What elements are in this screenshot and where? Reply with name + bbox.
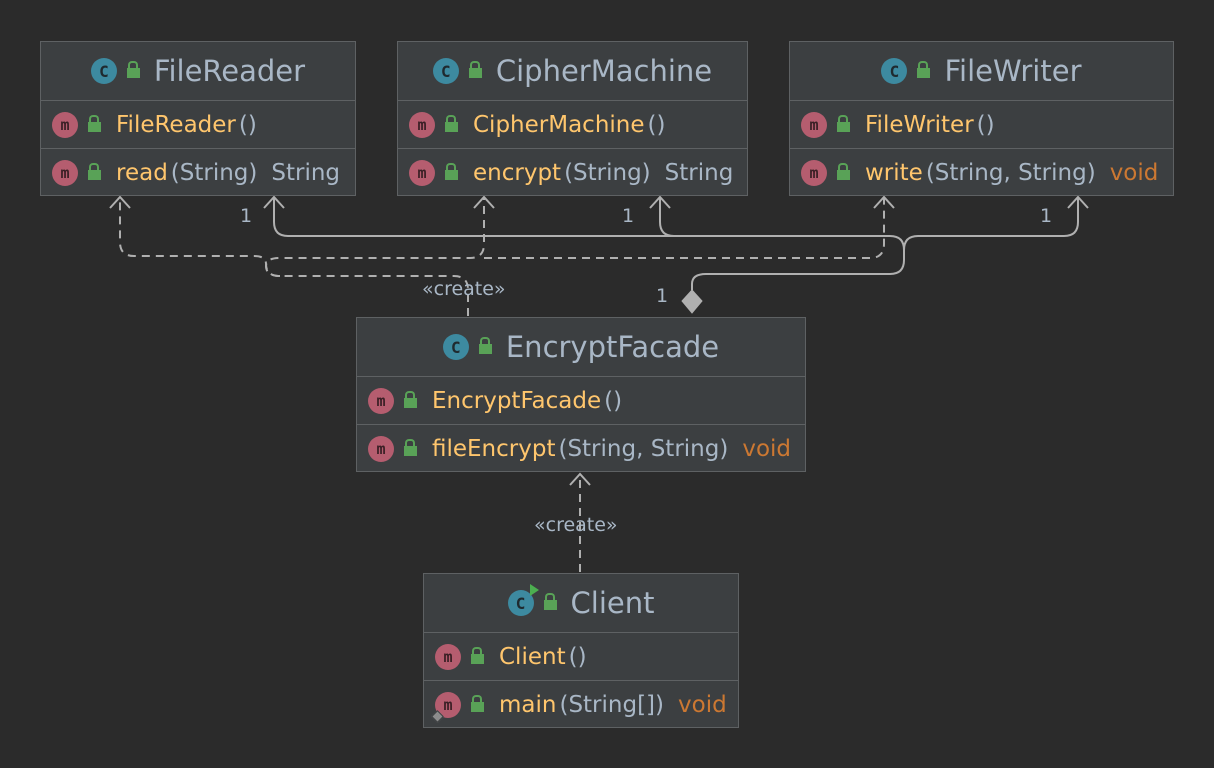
method-name: EncryptFacade <box>432 387 602 414</box>
class-name: CipherMachine <box>495 54 713 88</box>
multiplicity-label: 1 <box>656 285 669 307</box>
public-lock-icon <box>445 162 458 180</box>
class-box-encryptfacade[interactable]: C EncryptFacade m EncryptFacade () m fil… <box>356 317 806 472</box>
method-name: write <box>865 159 923 186</box>
public-lock-icon <box>468 61 482 78</box>
class-box-filereader[interactable]: C FileReader m FileReader () m read (Str… <box>40 41 356 196</box>
member-row[interactable]: m FileReader () <box>41 101 355 149</box>
member-row[interactable]: m fileEncrypt (String, String) void <box>357 425 805 472</box>
create-dependency-line <box>484 197 885 259</box>
class-box-client[interactable]: C Client m Client () m main (String[]) v… <box>423 573 739 728</box>
method-params: (String) <box>170 159 258 186</box>
public-lock-icon <box>471 646 484 664</box>
class-name: FileWriter <box>944 54 1082 88</box>
method-icon: m <box>409 159 435 186</box>
method-icon: m <box>801 159 827 186</box>
multiplicity-label: 1 <box>240 205 253 227</box>
method-name: FileReader <box>116 111 236 138</box>
method-name: read <box>116 159 168 186</box>
method-icon-letter: m <box>443 695 453 714</box>
method-icon: m <box>52 111 78 138</box>
method-params: () <box>238 111 257 138</box>
method-params: () <box>976 111 995 138</box>
method-icon: m <box>368 387 394 414</box>
method-name: FileWriter <box>865 111 974 138</box>
class-header: C CipherMachine <box>398 42 747 101</box>
public-lock-icon <box>478 337 492 354</box>
create-stereotype-label: «create» <box>534 514 618 536</box>
association-line <box>659 197 675 237</box>
class-name: FileReader <box>153 54 306 88</box>
member-row[interactable]: m read (String) String <box>41 149 355 196</box>
method-icon: m <box>368 435 394 462</box>
composition-diamond <box>681 289 703 314</box>
class-box-ciphermachine[interactable]: C CipherMachine m CipherMachine () m enc… <box>397 41 748 196</box>
return-type: String <box>271 159 341 186</box>
class-header: C FileReader <box>41 42 355 101</box>
method-icon: m <box>409 111 435 138</box>
public-lock-icon <box>543 593 557 610</box>
return-type: String <box>664 159 734 186</box>
method-params: () <box>604 387 623 414</box>
class-header: C FileWriter <box>790 42 1173 101</box>
class-name: EncryptFacade <box>505 330 720 364</box>
multiplicity-label: 1 <box>1040 205 1053 227</box>
method-params: () <box>647 111 666 138</box>
multiplicity-label: 1 <box>622 205 635 227</box>
member-row[interactable]: m main (String[]) void <box>424 681 738 728</box>
method-name: CipherMachine <box>473 111 645 138</box>
method-name: main <box>499 691 557 718</box>
member-row[interactable]: m EncryptFacade () <box>357 377 805 425</box>
public-lock-icon <box>88 162 101 180</box>
class-box-filewriter[interactable]: C FileWriter m FileWriter () m write (St… <box>789 41 1174 196</box>
member-row[interactable]: m write (String, String) void <box>790 149 1173 196</box>
public-lock-icon <box>917 61 931 78</box>
method-icon: m <box>52 159 78 186</box>
class-header: C EncryptFacade <box>357 318 805 377</box>
method-params: (String, String) <box>925 159 1096 186</box>
member-row[interactable]: m encrypt (String) String <box>398 149 747 196</box>
public-lock-icon <box>837 162 850 180</box>
association-line <box>273 197 905 290</box>
method-params: (String, String) <box>558 435 729 462</box>
class-icon: C <box>90 58 117 84</box>
create-dependency-line <box>119 197 469 316</box>
class-name: Client <box>570 586 655 620</box>
public-lock-icon <box>471 694 484 712</box>
public-lock-icon <box>404 438 417 456</box>
member-row[interactable]: m Client () <box>424 633 738 681</box>
static-icon <box>431 709 444 723</box>
static-method-icon: m <box>431 691 461 723</box>
run-icon <box>529 584 539 596</box>
method-name: fileEncrypt <box>432 435 556 462</box>
return-type: void <box>742 435 792 462</box>
method-params: (String[]) <box>559 691 665 718</box>
public-lock-icon <box>404 390 417 408</box>
return-type: void <box>678 691 727 718</box>
method-name: encrypt <box>473 159 562 186</box>
method-icon: m <box>435 643 461 670</box>
public-lock-icon <box>837 114 850 132</box>
public-lock-icon <box>88 114 101 132</box>
class-header: C Client <box>424 574 738 633</box>
public-lock-icon <box>126 61 140 78</box>
class-icon: C <box>432 58 459 84</box>
runnable-class-icon: C <box>507 584 539 616</box>
member-row[interactable]: m CipherMachine () <box>398 101 747 149</box>
method-name: Client <box>499 643 566 670</box>
method-icon: m <box>801 111 827 138</box>
create-stereotype-label: «create» <box>422 278 506 300</box>
method-params: () <box>568 643 587 670</box>
class-icon: C <box>881 58 908 84</box>
member-row[interactable]: m FileWriter () <box>790 101 1173 149</box>
return-type: void <box>1109 159 1159 186</box>
class-icon-letter: C <box>515 593 526 613</box>
public-lock-icon <box>445 114 458 132</box>
class-icon: C <box>442 334 469 360</box>
method-params: (String) <box>564 159 651 186</box>
